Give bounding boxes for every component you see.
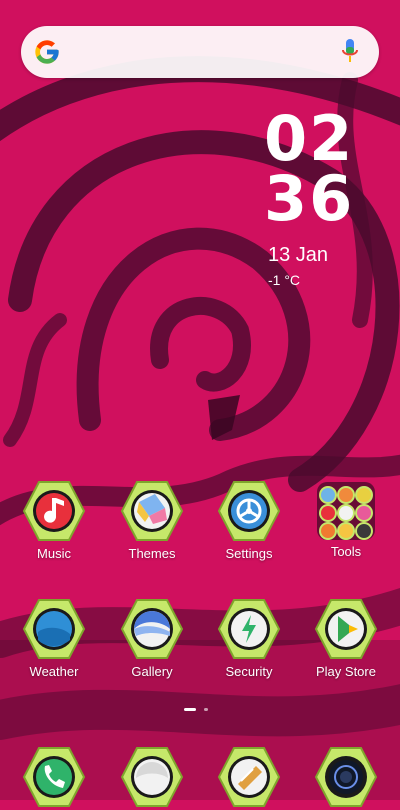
app-gallery[interactable]: Gallery [112, 596, 192, 679]
camera-icon [314, 747, 378, 807]
weather-temperature[interactable]: -1 °C [268, 272, 300, 288]
dock-notes[interactable] [209, 744, 289, 810]
music-icon [22, 481, 86, 541]
messages-icon [120, 747, 184, 807]
gallery-icon [120, 599, 184, 659]
folder-label: Tools [330, 544, 362, 559]
clock-widget[interactable]: 02 36 [264, 102, 374, 235]
app-label: Music [37, 546, 71, 561]
app-weather[interactable]: Weather [14, 596, 94, 679]
app-label: Settings [225, 546, 273, 561]
page-dot [204, 708, 208, 711]
app-label: Weather [29, 664, 79, 679]
app-label: Gallery [131, 664, 173, 679]
phone-icon [22, 747, 86, 807]
clock-hours: 02 [264, 102, 355, 175]
app-settings[interactable]: Settings [209, 478, 289, 561]
app-label: Play Store [316, 664, 376, 679]
app-label: Themes [128, 546, 176, 561]
app-play-store[interactable]: Play Store [306, 596, 386, 679]
google-g-icon [35, 40, 59, 64]
clock-minutes: 36 [264, 162, 355, 235]
folder-tools[interactable]: Tools [306, 478, 386, 559]
app-music[interactable]: Music [14, 478, 94, 561]
date-label[interactable]: 13 Jan [268, 244, 328, 267]
app-security[interactable]: Security [209, 596, 289, 679]
microphone-icon[interactable] [341, 39, 359, 66]
settings-icon [217, 481, 281, 541]
folder-icon [317, 482, 375, 540]
notes-icon [217, 747, 281, 807]
app-label: Security [225, 664, 273, 679]
play-store-icon [314, 599, 378, 659]
google-search-bar[interactable] [21, 26, 379, 78]
page-dot-active [184, 708, 196, 711]
security-icon [217, 599, 281, 659]
dock-messages[interactable] [112, 744, 192, 810]
themes-icon [120, 481, 184, 541]
weather-icon [22, 599, 86, 659]
dock-phone[interactable] [14, 744, 94, 810]
dock-camera[interactable] [306, 744, 386, 810]
app-themes[interactable]: Themes [112, 478, 192, 561]
